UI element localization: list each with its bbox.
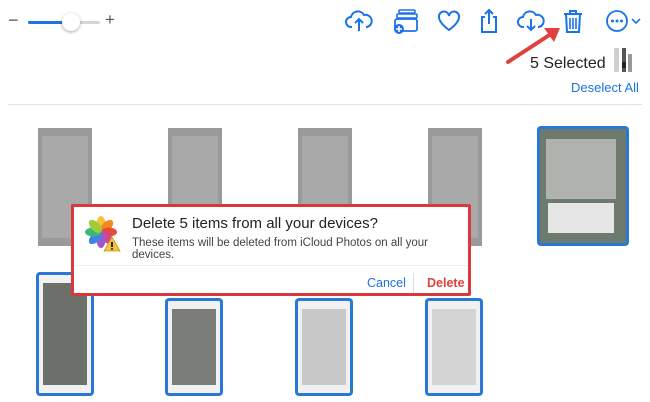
dialog-divider xyxy=(74,265,468,266)
zoom-out-button[interactable]: − xyxy=(8,10,19,31)
add-to-album-button[interactable] xyxy=(390,6,420,36)
favorite-button[interactable] xyxy=(434,6,464,36)
add-to-album-icon xyxy=(394,9,418,34)
photos-app-icon xyxy=(85,216,121,252)
dialog-title: Delete 5 items from all your devices? xyxy=(132,215,378,232)
zoom-slider-thumb[interactable] xyxy=(62,13,80,31)
photo-thumbnail-selected[interactable] xyxy=(425,298,483,396)
chevron-down-icon xyxy=(631,18,641,25)
share-icon xyxy=(481,8,497,33)
cloud-upload-icon xyxy=(345,10,373,31)
deselect-all-link[interactable]: Deselect All xyxy=(571,80,639,95)
selection-thumbnail xyxy=(612,46,638,74)
cancel-button[interactable]: Cancel xyxy=(367,276,406,290)
more-button[interactable] xyxy=(603,6,643,36)
dialog-message: These items will be deleted from iCloud … xyxy=(132,237,428,261)
delete-confirm-dialog: Delete 5 items from all your devices? Th… xyxy=(71,204,471,296)
more-icon xyxy=(606,10,628,32)
heart-icon xyxy=(438,10,460,32)
photo-thumbnail-selected[interactable] xyxy=(537,126,629,246)
delete-confirm-button[interactable]: Delete xyxy=(427,276,465,290)
upload-button[interactable] xyxy=(344,6,374,36)
toolbar-divider xyxy=(8,104,642,105)
photo-thumbnail-selected[interactable] xyxy=(165,298,223,396)
selection-count: 5 Selected xyxy=(530,55,606,72)
photo-thumbnail-selected[interactable] xyxy=(295,298,353,396)
zoom-in-button[interactable]: + xyxy=(105,10,115,30)
button-divider xyxy=(413,273,414,293)
